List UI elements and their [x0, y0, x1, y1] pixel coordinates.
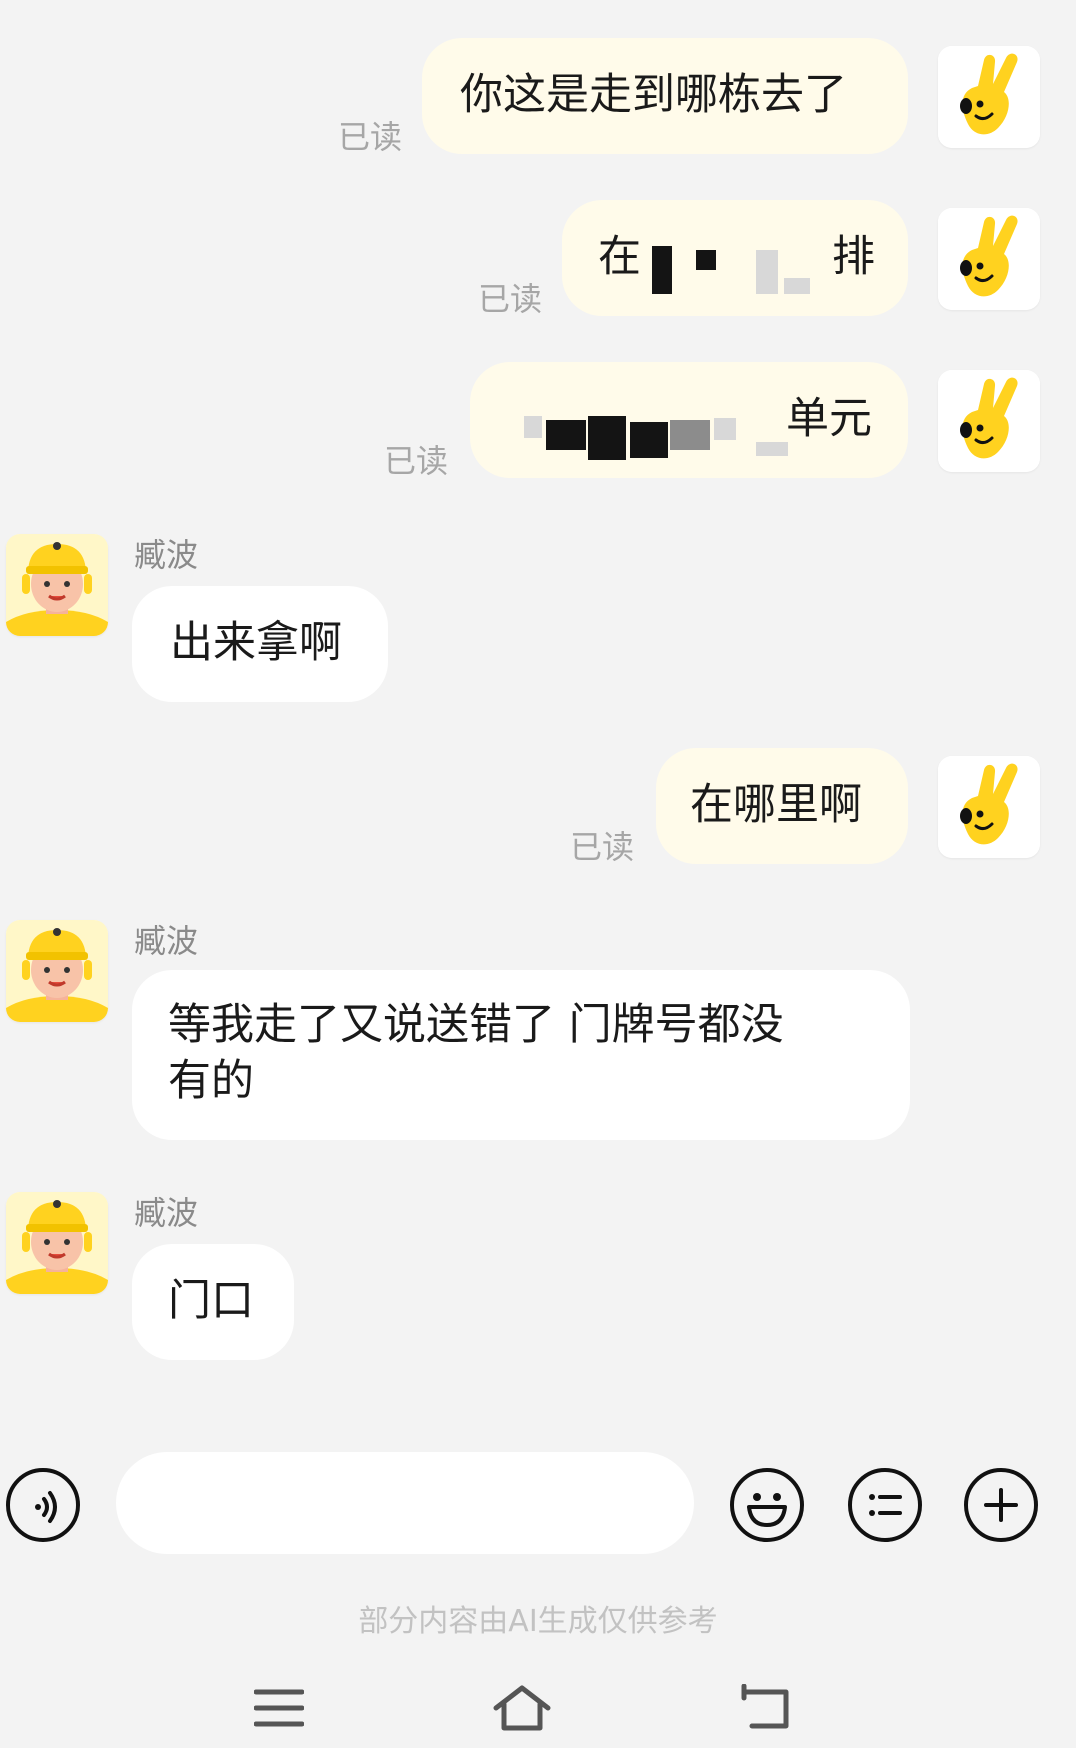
message-text-suffix: 单元 [786, 394, 872, 444]
home-icon[interactable] [492, 1684, 552, 1732]
redacted-block [546, 420, 586, 450]
redacted-block [670, 420, 710, 450]
read-receipt: 已读 [338, 118, 403, 156]
more-button[interactable] [964, 1468, 1038, 1542]
message-text: 你这是走到哪栋去了 [460, 70, 847, 120]
redacted-block [652, 246, 672, 294]
redacted-block [756, 250, 778, 294]
courier-avatar-icon [6, 1192, 108, 1294]
message-text: 门口 [168, 1276, 254, 1326]
sender-name: 臧波 [134, 922, 199, 960]
hand-mascot-icon [938, 756, 1040, 858]
read-receipt: 已读 [570, 828, 635, 866]
courier-avatar[interactable] [6, 534, 108, 636]
my-avatar[interactable] [938, 756, 1040, 858]
message-text: 出来拿啊 [170, 618, 342, 668]
message-bubble-mine[interactable]: 在 排 [562, 200, 908, 316]
emoji-button[interactable] [730, 1468, 804, 1542]
back-icon[interactable] [740, 1684, 794, 1732]
courier-avatar[interactable] [6, 1192, 108, 1294]
redacted-block [756, 442, 788, 456]
hand-mascot-icon [938, 370, 1040, 472]
my-avatar[interactable] [938, 370, 1040, 472]
sender-name: 臧波 [134, 536, 199, 574]
list-icon [869, 1494, 902, 1516]
redacted-block [696, 250, 716, 270]
read-receipt: 已读 [478, 280, 543, 318]
message-bubble-theirs[interactable]: 门口 [132, 1244, 294, 1360]
message-text-prefix: 在 [598, 232, 641, 282]
courier-avatar-icon [6, 920, 108, 1022]
message-text-suffix: 排 [832, 232, 875, 282]
read-receipt: 已读 [384, 442, 449, 480]
message-bubble-mine[interactable]: 在哪里啊 [656, 748, 908, 864]
message-bubble-theirs[interactable]: 出来拿啊 [132, 586, 388, 702]
redacted-block [524, 416, 542, 438]
message-input[interactable] [116, 1452, 694, 1554]
emoji-icon [747, 1493, 787, 1527]
my-avatar[interactable] [938, 46, 1040, 148]
ai-disclaimer: 部分内容由AI生成仅供参考 [358, 1604, 718, 1639]
my-avatar[interactable] [938, 208, 1040, 310]
redacted-block [714, 418, 736, 440]
sender-name: 臧波 [134, 1194, 199, 1232]
hand-mascot-icon [938, 208, 1040, 310]
hand-mascot-icon [938, 46, 1040, 148]
redacted-block [588, 416, 626, 460]
message-text-line: 有的 [168, 1056, 254, 1106]
voice-button[interactable] [6, 1468, 80, 1542]
quick-reply-button[interactable] [848, 1468, 922, 1542]
courier-avatar-icon [6, 534, 108, 636]
message-text-line: 等我走了又说送错了 门牌号都没 [168, 1000, 784, 1050]
menu-icon[interactable] [254, 1688, 304, 1728]
courier-avatar[interactable] [6, 920, 108, 1022]
message-text: 在哪里啊 [690, 780, 862, 830]
message-bubble-mine[interactable]: 单元 [470, 362, 908, 478]
voice-icon [35, 1491, 57, 1523]
message-bubble-mine[interactable]: 你这是走到哪栋去了 [422, 38, 908, 154]
message-bubble-theirs[interactable]: 等我走了又说送错了 门牌号都没 有的 [132, 970, 910, 1140]
redacted-block [784, 278, 810, 294]
redacted-block [630, 422, 668, 458]
plus-icon [984, 1488, 1018, 1522]
